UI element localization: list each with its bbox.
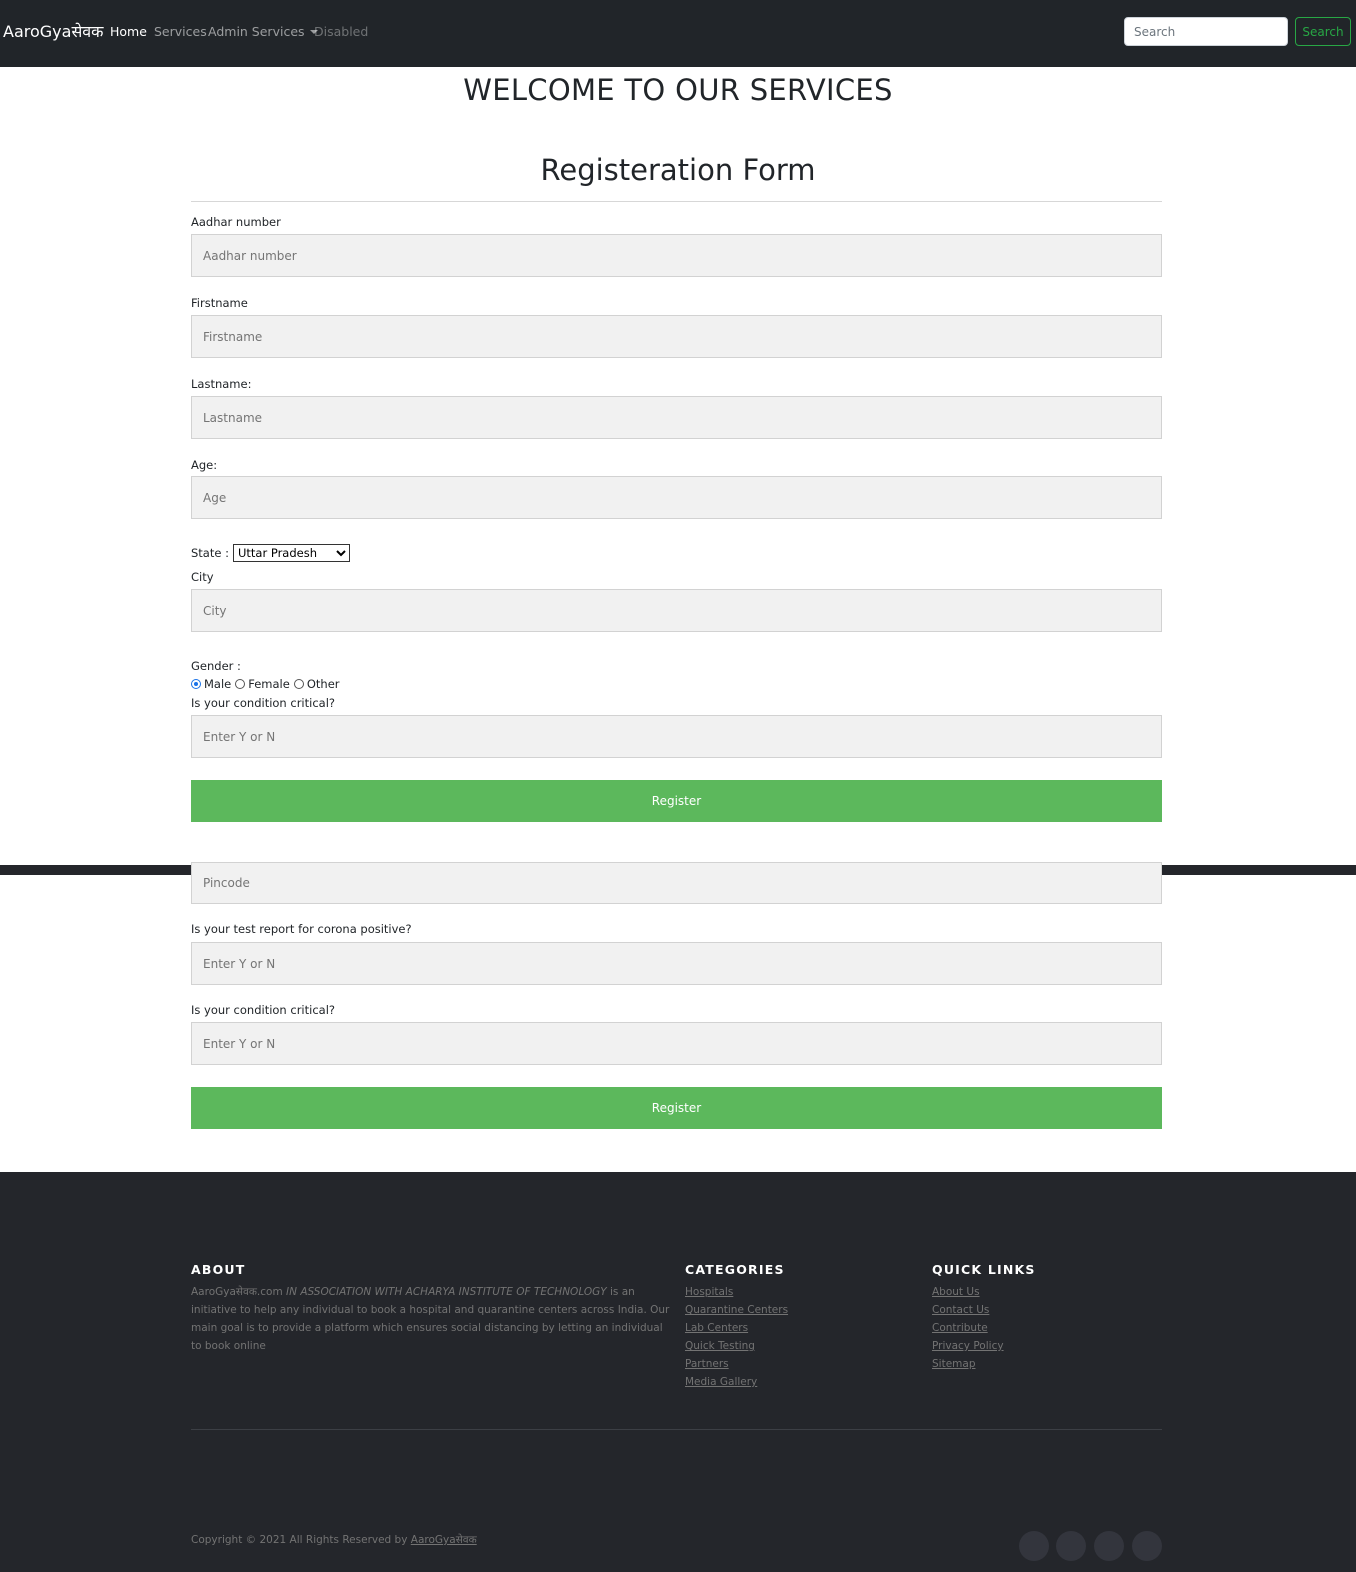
firstname-label: Firstname xyxy=(191,296,248,310)
register-button[interactable]: Register xyxy=(191,780,1162,822)
critical-label: Is your condition critical? xyxy=(191,696,335,710)
nav-home[interactable]: Home xyxy=(110,24,147,39)
pincode-input[interactable] xyxy=(191,862,1162,904)
search-input[interactable] xyxy=(1124,17,1288,46)
welcome-heading: WELCOME TO OUR SERVICES xyxy=(463,73,893,107)
city-input[interactable] xyxy=(191,589,1162,632)
nav-admin-services-label: Admin Services xyxy=(208,24,305,39)
nav-services[interactable]: Services xyxy=(154,24,207,39)
link-media-gallery[interactable]: Media Gallery xyxy=(685,1376,757,1388)
gender-options: Male Female Other xyxy=(190,677,343,691)
gender-other-label: Other xyxy=(306,677,340,691)
list-item: Quick Testing xyxy=(685,1337,788,1355)
copyright-text: Copyright © 2021 All Rights Reserved by xyxy=(191,1534,408,1546)
about-brand: AaroGyaसेवक.com xyxy=(191,1286,283,1298)
state-select[interactable]: Uttar Pradesh xyxy=(232,544,350,562)
critical-input[interactable] xyxy=(191,715,1162,758)
gender-male-label: Male xyxy=(204,677,232,691)
social-icon-2[interactable] xyxy=(1056,1531,1086,1561)
brand-logo[interactable]: AaroGyaसेवक xyxy=(3,20,103,42)
social-icon-3[interactable] xyxy=(1094,1531,1124,1561)
gender-male-radio[interactable] xyxy=(191,679,201,689)
footer-categories-list: Hospitals Quarantine Centers Lab Centers… xyxy=(685,1283,788,1391)
gender-other-radio[interactable] xyxy=(293,679,304,689)
gender-female-label: Female xyxy=(248,677,290,691)
firstname-input[interactable] xyxy=(191,315,1162,358)
navbar: AaroGyaसेवक Home Services Admin Services… xyxy=(0,0,1356,67)
list-item: Sitemap xyxy=(932,1355,1004,1373)
list-item: Hospitals xyxy=(685,1283,788,1301)
footer xyxy=(0,1172,1356,1572)
lastname-label: Lastname: xyxy=(191,377,252,391)
list-item: Lab Centers xyxy=(685,1319,788,1337)
search-button[interactable]: Search xyxy=(1295,17,1351,46)
social-icon-1[interactable] xyxy=(1019,1531,1049,1561)
link-lab-centers[interactable]: Lab Centers xyxy=(685,1322,748,1334)
age-label: Age: xyxy=(191,458,218,472)
list-item: Privacy Policy xyxy=(932,1337,1004,1355)
list-item: Contribute xyxy=(932,1319,1004,1337)
aadhar-label: Aadhar number xyxy=(191,215,281,229)
state-label: State : xyxy=(191,546,229,560)
link-hospitals[interactable]: Hospitals xyxy=(685,1286,733,1298)
footer-divider xyxy=(191,1429,1162,1430)
state-row: State : Uttar Pradesh xyxy=(191,544,350,562)
link-quick-testing[interactable]: Quick Testing xyxy=(685,1340,755,1352)
aadhar-input[interactable] xyxy=(191,234,1162,277)
gender-label: Gender : xyxy=(191,659,241,673)
title-divider xyxy=(191,201,1162,202)
list-item: About Us xyxy=(932,1283,1004,1301)
link-about-us[interactable]: About Us xyxy=(932,1286,980,1298)
list-item: Contact Us xyxy=(932,1301,1004,1319)
link-privacy-policy[interactable]: Privacy Policy xyxy=(932,1340,1004,1352)
critical-input-2[interactable] xyxy=(191,1022,1162,1065)
corona-label: Is your test report for corona positive? xyxy=(191,922,412,936)
about-association: IN ASSOCIATION WITH ACHARYA INSTITUTE OF… xyxy=(286,1286,607,1298)
footer-categories-heading: CATEGORIES xyxy=(685,1262,785,1277)
corona-input[interactable] xyxy=(191,942,1162,985)
copyright: Copyright © 2021 All Rights Reserved by … xyxy=(191,1533,477,1547)
link-partners[interactable]: Partners xyxy=(685,1358,729,1370)
footer-quick-links-heading: QUICK LINKS xyxy=(932,1262,1036,1277)
link-quarantine-centers[interactable]: Quarantine Centers xyxy=(685,1304,788,1316)
footer-about-text: AaroGyaसेवक.com IN ASSOCIATION WITH ACHA… xyxy=(191,1283,671,1355)
nav-admin-services[interactable]: Admin Services xyxy=(208,24,318,39)
form-title: Registeration Form xyxy=(540,153,816,187)
social-icon-4[interactable] xyxy=(1132,1531,1162,1561)
gender-female-radio[interactable] xyxy=(235,679,246,689)
footer-quick-links-list: About Us Contact Us Contribute Privacy P… xyxy=(932,1283,1004,1373)
copyright-link[interactable]: AaroGyaसेवक xyxy=(411,1534,477,1546)
lastname-input[interactable] xyxy=(191,396,1162,439)
nav-disabled: Disabled xyxy=(314,24,369,39)
city-label: City xyxy=(191,570,214,584)
list-item: Quarantine Centers xyxy=(685,1301,788,1319)
age-input[interactable] xyxy=(191,476,1162,519)
footer-about-heading: ABOUT xyxy=(191,1262,246,1277)
link-sitemap[interactable]: Sitemap xyxy=(932,1358,976,1370)
critical-label-2: Is your condition critical? xyxy=(191,1003,335,1017)
list-item: Media Gallery xyxy=(685,1373,788,1391)
list-item: Partners xyxy=(685,1355,788,1373)
link-contact-us[interactable]: Contact Us xyxy=(932,1304,989,1316)
register-button-2[interactable]: Register xyxy=(191,1087,1162,1129)
link-contribute[interactable]: Contribute xyxy=(932,1322,988,1334)
